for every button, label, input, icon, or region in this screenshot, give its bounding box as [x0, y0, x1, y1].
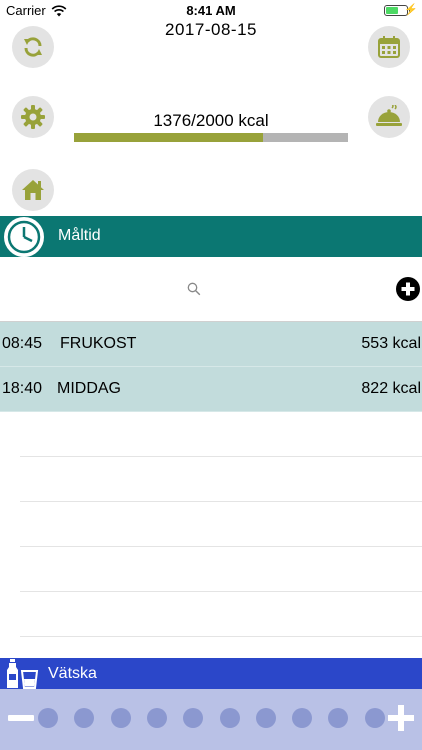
status-time: 8:41 AM — [186, 3, 236, 18]
status-bar: Carrier 8:41 AM ⚡ — [0, 0, 422, 22]
home-button[interactable] — [12, 169, 54, 211]
settings-button[interactable] — [12, 96, 54, 138]
list-separator — [20, 546, 422, 547]
list-separator — [20, 636, 422, 637]
calorie-progress-fill — [74, 133, 263, 142]
meal-row[interactable]: 18:40 MIDDAG 822 kcal — [0, 367, 422, 412]
remove-liquid-button[interactable] — [8, 715, 34, 721]
meal-search-input[interactable] — [0, 257, 388, 321]
add-liquid-button-vertical[interactable] — [398, 705, 404, 731]
liquid-glass-indicator[interactable] — [328, 708, 349, 728]
search-icon — [187, 282, 201, 296]
meal-row[interactable]: 08:45 FRUKOST 553 kcal — [0, 322, 422, 367]
add-circle-icon — [396, 277, 420, 301]
meal-section-header[interactable]: Måltid — [0, 216, 422, 257]
add-meal-button[interactable] — [394, 275, 422, 303]
empty-list-area — [0, 411, 422, 658]
liquid-glass-indicator[interactable] — [74, 708, 95, 728]
list-separator — [20, 456, 422, 457]
sync-button[interactable] — [12, 26, 54, 68]
meal-list: 08:45 FRUKOST 553 kcal 18:40 MIDDAG 822 … — [0, 322, 422, 412]
meal-section-title: Måltid — [58, 227, 101, 244]
meal-search-row — [0, 257, 422, 322]
liquid-glass-indicator[interactable] — [110, 708, 131, 728]
liquid-glass-indicator[interactable] — [146, 708, 167, 728]
liquid-tracker — [0, 689, 422, 750]
home-icon — [22, 180, 44, 200]
liquid-section-title: Vätska — [48, 665, 97, 682]
calendar-icon — [378, 36, 400, 58]
sync-icon — [24, 37, 42, 57]
list-separator — [20, 501, 422, 502]
calorie-progress-bar — [74, 133, 348, 142]
liquid-glass-indicator[interactable] — [38, 708, 58, 728]
charging-icon: ⚡ — [404, 4, 418, 16]
meal-kcal: 822 kcal — [361, 380, 421, 397]
list-separator — [20, 591, 422, 592]
food-button[interactable] — [368, 96, 410, 138]
liquid-glass-indicator[interactable] — [255, 708, 276, 728]
meal-kcal: 553 kcal — [361, 335, 421, 352]
calorie-summary: 1376/2000 kcal — [153, 111, 269, 130]
liquid-section-header: Vätska — [0, 658, 422, 689]
meal-name: FRUKOST — [60, 335, 137, 352]
meal-time: 08:45 — [2, 335, 43, 352]
clock-icon — [4, 217, 44, 257]
liquid-glass-indicator[interactable] — [219, 708, 240, 728]
cloche-icon — [376, 105, 402, 126]
current-date: 2017-08-15 — [165, 20, 257, 39]
liquid-glass-indicator[interactable] — [292, 708, 313, 728]
meal-name: MIDDAG — [57, 380, 121, 397]
calendar-button[interactable] — [368, 26, 410, 68]
gear-icon — [21, 105, 45, 129]
liquid-glass-indicator[interactable] — [183, 708, 204, 728]
meal-time: 18:40 — [2, 380, 43, 397]
liquid-glass-indicator[interactable] — [364, 708, 385, 728]
